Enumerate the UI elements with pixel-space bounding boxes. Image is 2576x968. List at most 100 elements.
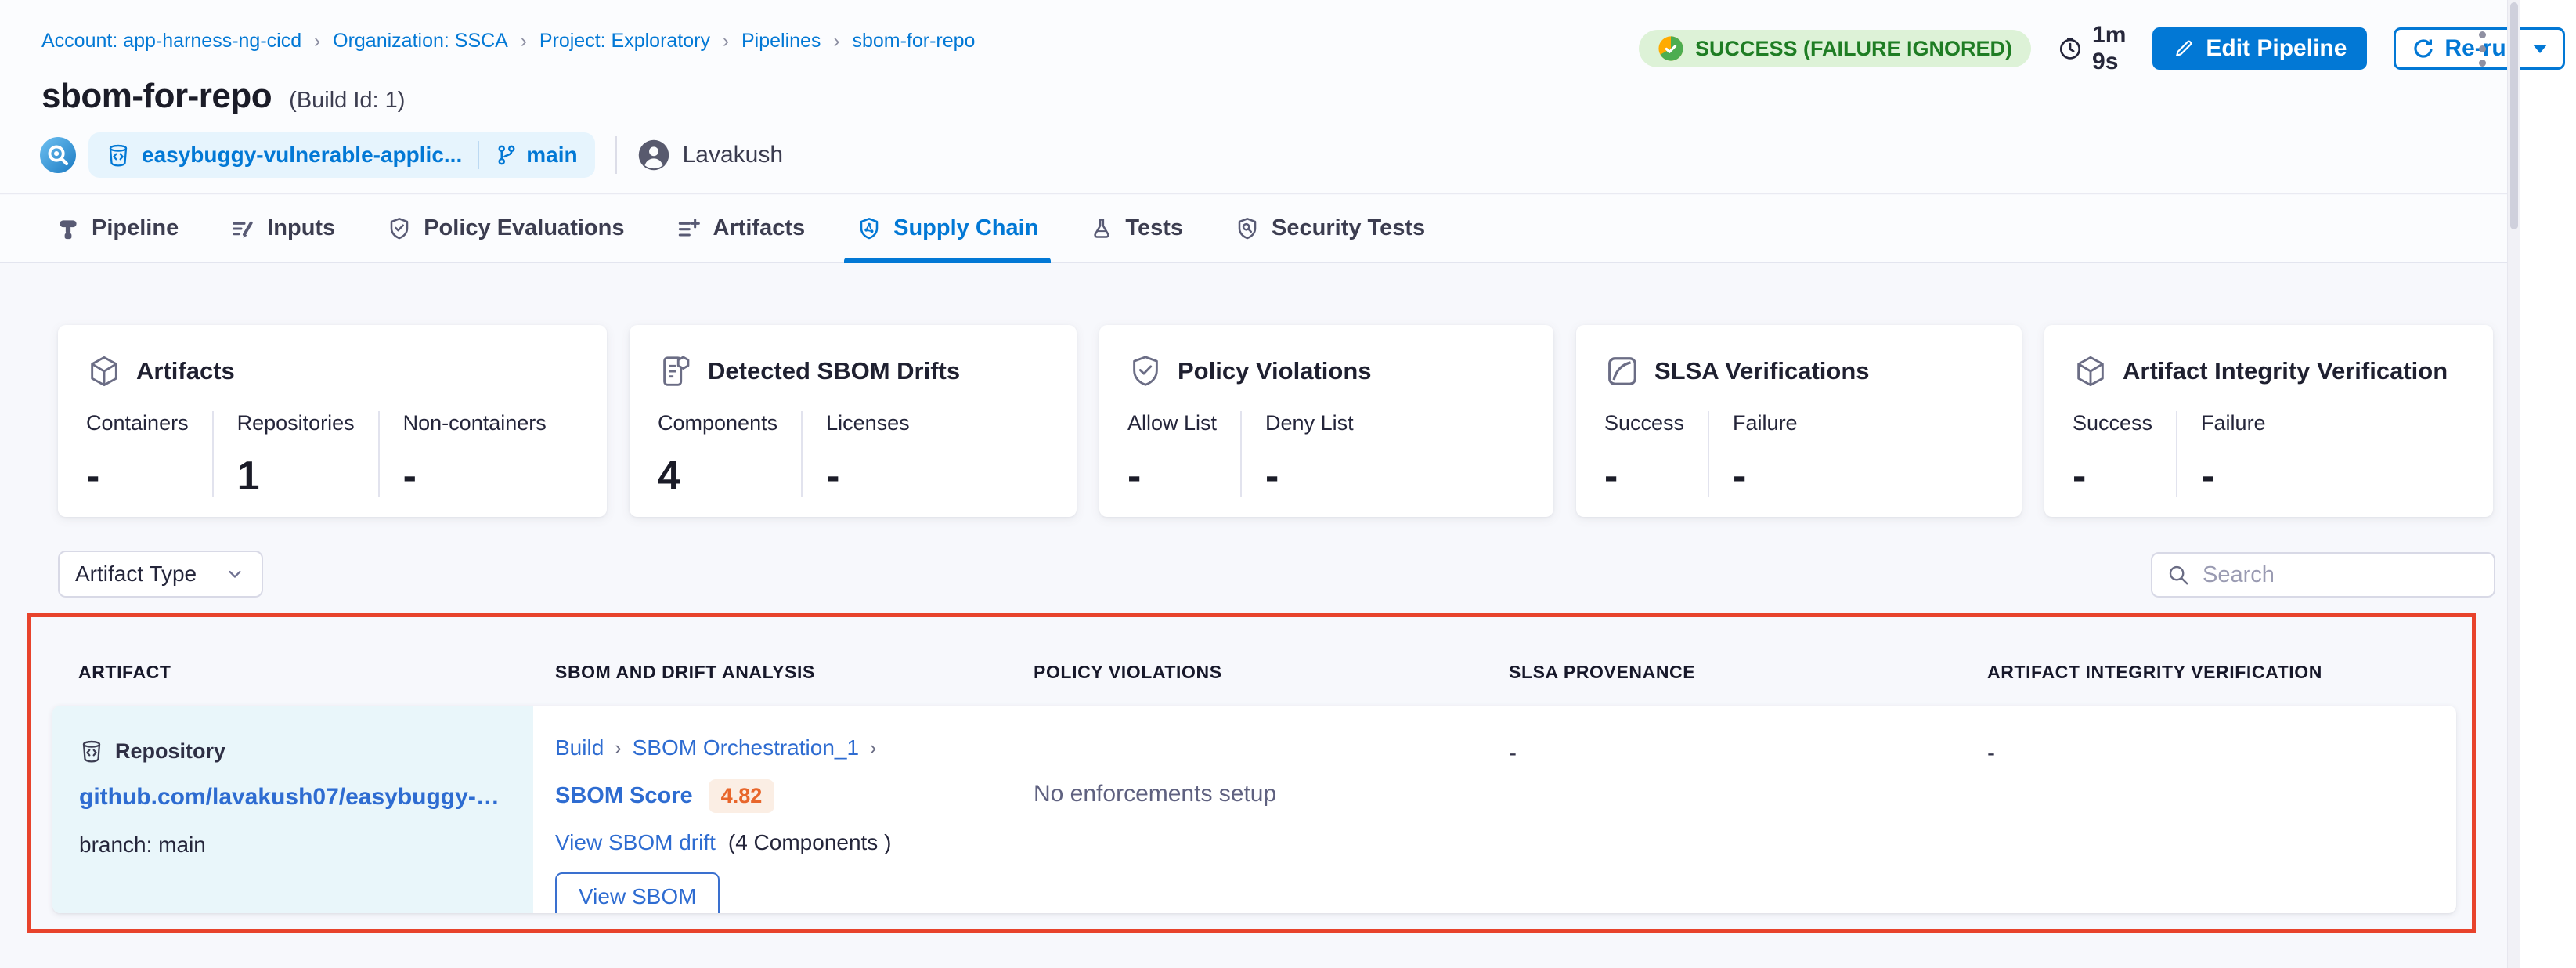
stat-integrity-failure: Failure - <box>2177 411 2289 497</box>
breadcrumb-project[interactable]: Project: Exploratory <box>539 30 710 52</box>
breadcrumb-current-pipeline[interactable]: sbom-for-repo <box>852 30 975 52</box>
breadcrumb-organization[interactable]: Organization: SSCA <box>333 30 508 52</box>
branch-name: main <box>526 143 577 168</box>
search-input[interactable] <box>2201 562 2480 589</box>
card-policy-violations: Policy Violations Allow List - Deny List… <box>1099 325 1553 517</box>
edit-pipeline-label: Edit Pipeline <box>2206 35 2347 62</box>
cube-icon <box>2073 353 2109 389</box>
tab-label: Inputs <box>267 215 335 241</box>
tab-label: Security Tests <box>1272 215 1425 241</box>
artifact-repo-link[interactable]: github.com/lavakush07/easybuggy-vulner..… <box>79 784 507 811</box>
duration: 1m 9s <box>2058 22 2126 75</box>
tab-label: Pipeline <box>92 215 179 241</box>
col-integrity-verification: ARTIFACT INTEGRITY VERIFICATION <box>1965 662 2456 683</box>
success-check-icon <box>1658 35 1684 62</box>
shield-check-icon <box>387 216 412 241</box>
meta-divider <box>615 136 617 174</box>
tab-label: Tests <box>1125 215 1183 241</box>
status-badge-label: SUCCESS (FAILURE IGNORED) <box>1695 37 2012 61</box>
artifacts-table: ARTIFACT SBOM AND DRIFT ANALYSIS POLICY … <box>52 662 2456 913</box>
stat-deny-list: Deny List - <box>1242 411 1377 497</box>
card-title: Policy Violations <box>1178 357 1372 385</box>
build-id-label: (Build Id: 1) <box>289 88 405 114</box>
sbom-score-link[interactable]: SBOM Score <box>555 783 693 809</box>
build-link[interactable]: Build <box>555 735 604 760</box>
artifact-type-dropdown[interactable]: Artifact Type <box>58 551 263 598</box>
tab-supply-chain[interactable]: Supply Chain <box>850 195 1044 262</box>
vertical-scrollbar[interactable] <box>2507 0 2520 968</box>
view-sbom-button[interactable]: View SBOM <box>555 872 720 913</box>
branch-wrap[interactable]: main <box>495 143 577 168</box>
breadcrumb-separator: › <box>833 31 839 52</box>
tab-label: Supply Chain <box>893 215 1038 241</box>
user-avatar-icon <box>637 139 670 172</box>
crumb-separator: › <box>615 737 621 760</box>
artifact-cell: Repository github.com/lavakush07/easybug… <box>52 706 533 913</box>
artifact-branch: branch: main <box>79 833 507 858</box>
card-title: SLSA Verifications <box>1654 357 1870 385</box>
page-title: sbom-for-repo <box>41 77 272 116</box>
caret-down-icon <box>2533 45 2547 53</box>
tab-policy-evaluations[interactable]: Policy Evaluations <box>381 195 630 262</box>
table-header-row: ARTIFACT SBOM AND DRIFT ANALYSIS POLICY … <box>52 662 2456 683</box>
more-options-icon[interactable] <box>2476 28 2489 70</box>
repository-icon <box>79 739 104 764</box>
col-artifact: ARTIFACT <box>52 662 533 683</box>
stat-slsa-failure: Failure - <box>1709 411 1821 497</box>
drift-components-count: (4 Components ) <box>728 830 892 855</box>
stat-licenses: Licenses - <box>803 411 933 497</box>
crumb-separator: › <box>870 737 876 760</box>
user-name: Lavakush <box>683 142 783 168</box>
stat-repositories: Repositories 1 <box>214 411 380 497</box>
tab-pipeline[interactable]: Pipeline <box>50 195 185 262</box>
tab-label: Artifacts <box>713 215 805 241</box>
stage-link[interactable]: SBOM Orchestration_1 <box>633 735 859 760</box>
stat-slsa-success: Success - <box>1604 411 1709 497</box>
card-title: Detected SBOM Drifts <box>708 357 960 385</box>
stat-containers: Containers - <box>86 411 214 497</box>
tab-inputs[interactable]: Inputs <box>224 195 341 262</box>
card-integrity-verification: Artifact Integrity Verification Success … <box>2044 325 2493 517</box>
ci-module-icon <box>40 137 76 173</box>
sbom-score-badge: 4.82 <box>709 779 775 813</box>
breadcrumb-account[interactable]: Account: app-harness-ng-cicd <box>41 30 301 52</box>
artifact-type-badge: Repository <box>115 739 225 764</box>
search-box <box>2151 552 2495 598</box>
supply-chain-icon <box>857 216 882 241</box>
shield-search-icon <box>1235 216 1260 241</box>
duration-label: 1m 9s <box>2092 22 2126 75</box>
shield-check-icon <box>1127 353 1164 389</box>
cube-icon <box>86 353 122 389</box>
edit-pipeline-button[interactable]: Edit Pipeline <box>2152 27 2367 70</box>
artifacts-list-icon <box>676 216 701 241</box>
pencil-icon <box>2173 38 2195 60</box>
table-row[interactable]: Repository github.com/lavakush07/easybug… <box>52 706 2456 913</box>
tab-artifacts[interactable]: Artifacts <box>669 195 811 262</box>
tab-label: Policy Evaluations <box>424 215 624 241</box>
search-icon <box>2167 563 2190 587</box>
chevron-down-icon <box>224 563 246 585</box>
status-badge: SUCCESS (FAILURE IGNORED) <box>1639 30 2031 67</box>
execution-meta-row: easybuggy-vulnerable-applic... main <box>40 132 783 179</box>
tab-security-tests[interactable]: Security Tests <box>1228 195 1431 262</box>
integrity-verification-cell: - <box>1965 706 2456 913</box>
view-sbom-drift-link[interactable]: View SBOM drift <box>555 830 716 855</box>
flask-icon <box>1090 217 1113 240</box>
execution-tabbar: Pipeline Inputs Policy Evaluations <box>0 195 2507 263</box>
execution-actions: SUCCESS (FAILURE IGNORED) 1m 9s Edit Pip… <box>1639 22 2576 75</box>
scrollbar-thumb[interactable] <box>2510 2 2518 229</box>
clock-icon <box>2058 36 2083 61</box>
breadcrumb-pipelines[interactable]: Pipelines <box>741 30 821 52</box>
breadcrumb: Account: app-harness-ng-cicd › Organizat… <box>41 30 975 52</box>
col-slsa-provenance: SLSA PROVENANCE <box>1487 662 1965 683</box>
repo-branch-pill[interactable]: easybuggy-vulnerable-applic... main <box>88 132 595 178</box>
tab-tests[interactable]: Tests <box>1084 195 1189 262</box>
sbom-document-icon <box>658 353 694 389</box>
card-sbom-drifts: Detected SBOM Drifts Components 4 Licens… <box>630 325 1077 517</box>
stat-components: Components 4 <box>658 411 803 497</box>
col-sbom-drift: SBOM AND DRIFT ANALYSIS <box>533 662 1012 683</box>
breadcrumb-separator: › <box>723 31 729 52</box>
repo-name[interactable]: easybuggy-vulnerable-applic... <box>142 143 462 168</box>
card-slsa-verifications: SLSA Verifications Success - Failure - <box>1576 325 2022 517</box>
inputs-icon <box>230 216 255 241</box>
